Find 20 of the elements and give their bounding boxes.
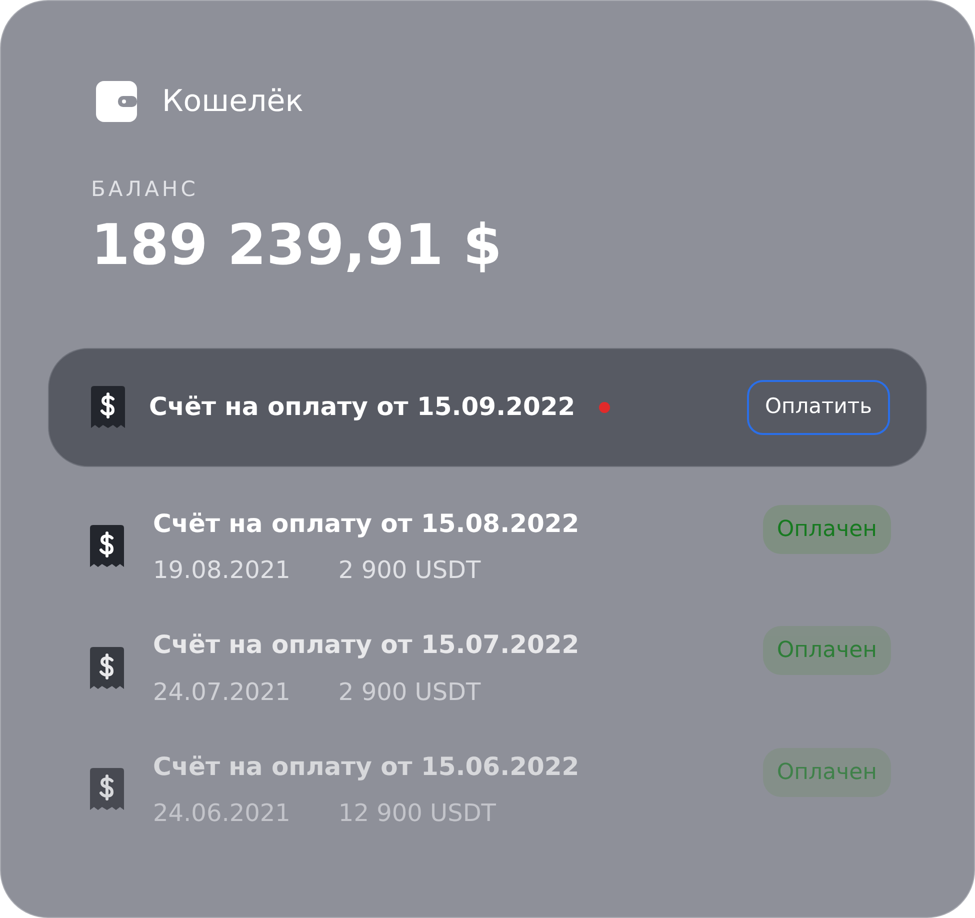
- balance-label: БАЛАНС: [90, 176, 200, 203]
- invoice-title: Счёт на оплату от 15.06.2022: [153, 750, 580, 782]
- invoice-amount: 2 900 USDT: [338, 676, 481, 708]
- invoice-title: Счёт на оплату от 15.09.2022: [149, 391, 576, 424]
- paid-status: Оплачен: [762, 504, 891, 554]
- receipt-icon: [90, 525, 124, 568]
- invoice-title: Счёт на оплату от 15.07.2022: [153, 629, 580, 661]
- receipt-icon: [91, 386, 125, 428]
- pay-button[interactable]: Оплатить: [746, 380, 890, 434]
- wallet-title: Кошелёк: [162, 83, 304, 121]
- invoice-date: 24.07.2021: [153, 676, 290, 708]
- wallet-icon: [96, 81, 137, 122]
- receipt-icon: [90, 768, 124, 810]
- balance-amount: 189 239,91 $: [90, 218, 503, 274]
- invoice-title: Счёт на оплату от 15.08.2022: [153, 508, 580, 540]
- receipt-icon: [90, 646, 124, 689]
- invoice-date: 19.08.2021: [153, 555, 290, 586]
- invoice-amount: 2 900 USDT: [338, 555, 481, 586]
- paid-status: Оплачен: [762, 748, 891, 796]
- paid-status: Оплачен: [762, 626, 891, 675]
